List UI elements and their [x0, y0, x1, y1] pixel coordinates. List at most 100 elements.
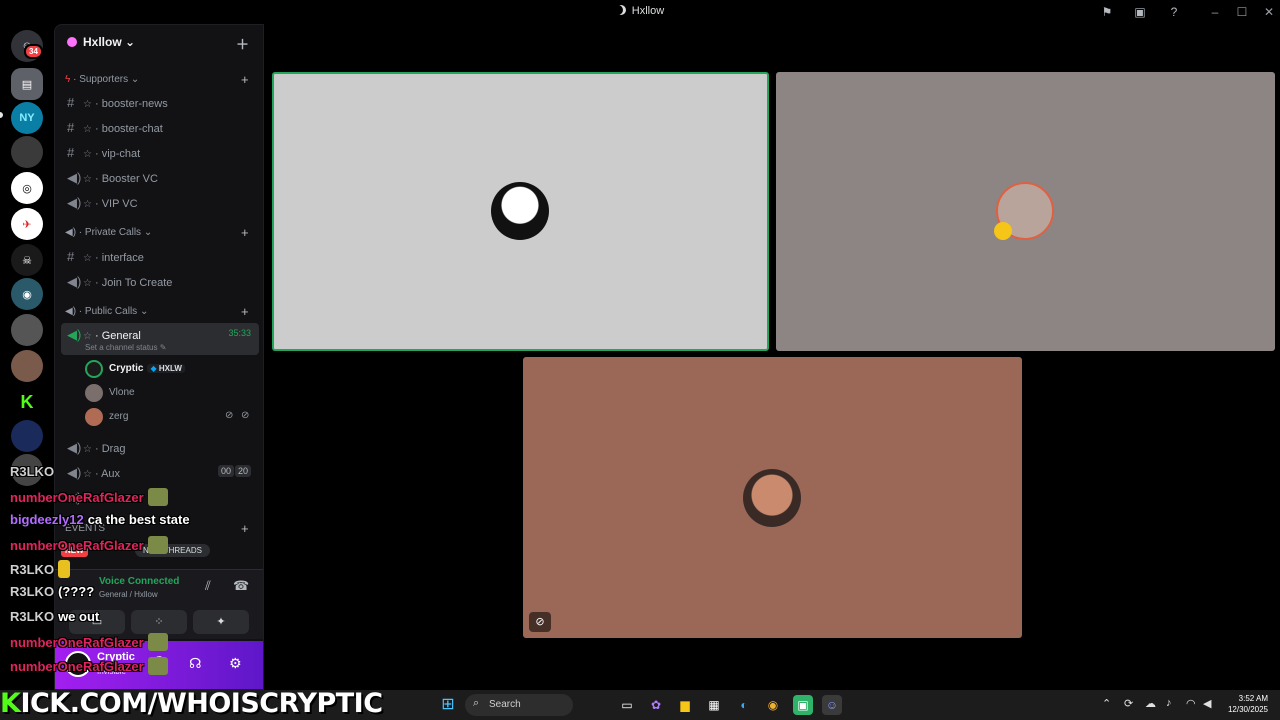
chat-username: numberOneRafGlazer [10, 659, 144, 674]
server-icon-9[interactable] [11, 420, 43, 452]
wifi-icon[interactable]: ◠ [1186, 697, 1196, 710]
microphone-tray-icon[interactable]: ♪ [1166, 697, 1172, 709]
category-private-calls[interactable]: ◀) · Private Calls ⌄ + [65, 225, 249, 243]
server-icon-8[interactable] [11, 350, 43, 382]
voice-user-name: zerg [109, 411, 129, 422]
channel-status[interactable]: Set a channel status ✎ [85, 343, 166, 352]
voice-user-name: Cryptic ◆ HXLW [109, 363, 185, 374]
disconnect-icon[interactable]: ☎ [233, 578, 249, 594]
task-view-icon[interactable]: ▭ [617, 695, 637, 715]
channel-join-to-create[interactable]: ◀) ☆ · Join To Create [61, 270, 259, 292]
star-icon: ☆ [83, 99, 92, 110]
video-tile-zerg[interactable]: ⊘ [523, 357, 1022, 638]
kick-url-text: ICK.COM/WHOISCRYPTIC [20, 688, 383, 719]
chat-username: R3LKO [10, 584, 55, 599]
channel-label: Join To Create [101, 277, 173, 289]
settings-gear-icon[interactable]: ⚙ [229, 655, 242, 672]
text-channel-icon: # [67, 145, 75, 160]
channel-vip-chat[interactable]: # ☆ · vip-chat [61, 141, 259, 163]
server-icon-5[interactable]: ☠ [11, 244, 43, 276]
invite-people-icon[interactable]: ＋ [236, 34, 249, 53]
muted-icon: ⊘ [225, 410, 234, 421]
edge-icon[interactable]: ◐ [734, 695, 754, 715]
maximize-button[interactable]: ☐ [1233, 3, 1251, 21]
app-icon-green[interactable]: ▣ [793, 695, 813, 715]
category-public-calls[interactable]: ◀) · Public Calls ⌄ + [65, 304, 249, 322]
channel-aux[interactable]: ◀) ☆ · Aux 00 20 [61, 461, 259, 483]
star-icon: ☆ [83, 253, 92, 264]
voice-connection-panel: Voice Connected General / Hxllow ⫽ ☎ ▭ ⁘… [55, 569, 263, 639]
voice-channel-info: General / Hxllow [99, 590, 158, 599]
taskbar-search[interactable]: ⌕ Search [465, 694, 573, 716]
soundboard-button[interactable]: ✦ [193, 610, 249, 634]
server-icon-hxllow[interactable]: ▤ [11, 68, 43, 100]
avatar [743, 469, 801, 527]
screen-share-off-icon[interactable]: ⊘ [529, 612, 551, 632]
taskbar-clock[interactable]: 3:52 AM 12/30/2025 [1228, 693, 1268, 715]
channel-general[interactable]: ◀) ☆ · General 35:33 Set a channel status ✎ [61, 323, 259, 355]
chat-message: ca the best state [87, 512, 190, 527]
windows-start-icon[interactable]: ⊞ [438, 695, 458, 715]
chat-line: numberOneRafGlazer [10, 488, 168, 506]
channel-booster-vc[interactable]: ◀) ☆ · Booster VC [61, 166, 259, 188]
clock-date: 12/30/2025 [1227, 705, 1268, 714]
avatar [491, 182, 549, 240]
category-label: Supporters [79, 74, 129, 85]
server-icon-7[interactable] [11, 314, 43, 346]
add-channel-icon[interactable]: + [241, 304, 249, 319]
chat-line: R3LKO [10, 560, 71, 578]
activities-button[interactable]: ⁘ [131, 610, 187, 634]
channel-drag[interactable]: ◀) ☆ · Drag [61, 436, 259, 458]
duck-emoji-icon [994, 222, 1012, 240]
server-icon-3[interactable]: ◎ [11, 172, 43, 204]
star-icon: ☆ [83, 199, 92, 210]
store-icon[interactable]: ▦ [704, 695, 724, 715]
volume-icon[interactable]: ◀ [1203, 697, 1211, 710]
sync-icon[interactable]: ⟳ [1124, 697, 1133, 710]
help-icon[interactable]: ? [1166, 4, 1182, 20]
copilot-icon[interactable]: ✿ [646, 695, 666, 715]
star-icon: ☆ [83, 331, 92, 342]
channel-vip-vc[interactable]: ◀) ☆ · VIP VC [61, 191, 259, 213]
chevron-up-icon[interactable]: ⌃ [1102, 697, 1111, 710]
chevron-down-icon: ⌄ [125, 35, 136, 49]
star-icon: ☆ [83, 149, 92, 160]
voice-status[interactable]: Voice Connected [99, 576, 179, 587]
kick-server-icon[interactable]: K [11, 386, 43, 418]
boost-icon [67, 37, 77, 47]
server-icon-ny[interactable]: NY [11, 102, 43, 134]
video-tile-cryptic[interactable] [272, 72, 769, 351]
channel-label: booster-chat [101, 123, 163, 135]
chrome-icon[interactable]: ◉ [763, 695, 783, 715]
add-channel-icon[interactable]: + [241, 225, 249, 240]
flag-icon[interactable]: ⚑ [1099, 4, 1115, 20]
channel-status-text: Set a channel status [85, 343, 158, 352]
add-channel-icon[interactable]: + [241, 72, 249, 87]
minimize-button[interactable]: – [1206, 3, 1224, 21]
server-icon-6[interactable]: ◉ [11, 278, 43, 310]
category-supporters[interactable]: ϟ · Supporters ⌄ + [65, 72, 249, 90]
channel-interface[interactable]: # ☆ · interface [61, 245, 259, 267]
server-name: Hxllow [83, 35, 122, 49]
inbox-icon[interactable]: ▣ [1132, 4, 1148, 20]
channel-label: Booster VC [101, 173, 158, 185]
speaker-icon: ◀) [65, 227, 77, 238]
add-channel-icon[interactable]: + [241, 521, 249, 536]
channel-booster-news[interactable]: # ☆ · booster-news [61, 91, 259, 113]
channel-booster-chat[interactable]: # ☆ · booster-chat [61, 116, 259, 138]
noise-suppression-icon[interactable]: ⫽ [205, 578, 211, 594]
speaker-icon: ◀) [67, 327, 82, 342]
avatar [85, 408, 103, 426]
video-tile-vlone[interactable] [776, 72, 1275, 351]
file-explorer-icon[interactable]: ▆ [675, 695, 695, 715]
headphones-icon[interactable]: ☊ [189, 655, 201, 672]
server-icon-4[interactable]: ✈ [11, 208, 43, 240]
channel-label: VIP VC [101, 198, 138, 210]
server-icon-2[interactable] [11, 136, 43, 168]
close-button[interactable]: ✕ [1260, 3, 1278, 21]
emote-icon [147, 633, 168, 651]
server-header[interactable]: Hxllow ⌄ ＋ [55, 25, 263, 59]
cloud-icon[interactable]: ☁ [1145, 697, 1156, 710]
channel-label: vip-chat [101, 148, 141, 160]
discord-taskbar-icon[interactable]: ☺ [822, 695, 842, 715]
